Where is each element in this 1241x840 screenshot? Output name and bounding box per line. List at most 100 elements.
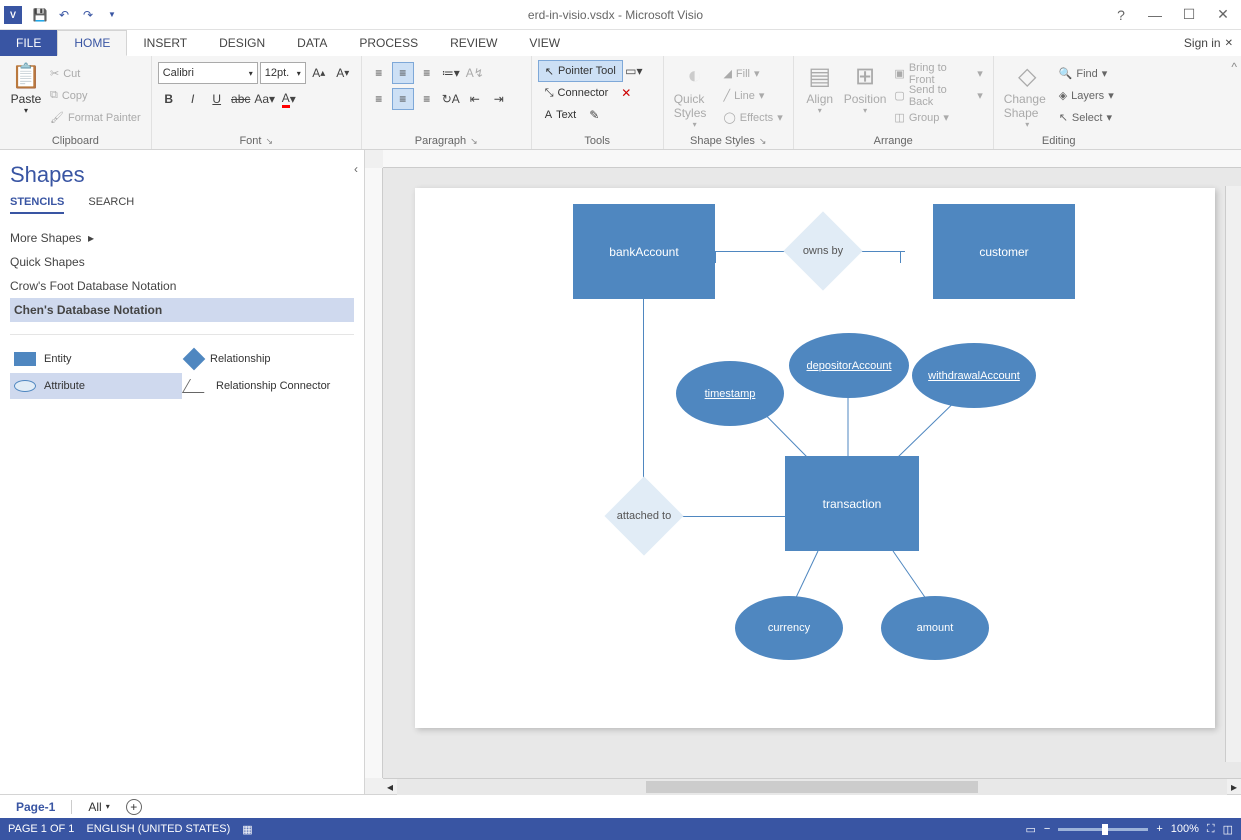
redo-qat-icon[interactable]: ↷ — [76, 3, 100, 27]
help-icon[interactable]: ? — [1107, 4, 1135, 26]
decrease-indent-button[interactable]: ⇤ — [464, 88, 486, 110]
shape-styles-dialog-launcher-icon[interactable]: ↘ — [759, 136, 767, 147]
tab-view[interactable]: VIEW — [513, 30, 576, 56]
qat-customize-icon[interactable]: ▼ — [100, 3, 124, 27]
align-middle-button[interactable]: ≡ — [392, 62, 414, 84]
palette-relationship[interactable]: Relationship — [182, 345, 354, 373]
quick-styles-button[interactable]: ◐ Quick Styles▾ — [670, 58, 720, 133]
change-shape-button[interactable]: ◇ Change Shape▾ — [1000, 58, 1055, 133]
attribute-currency[interactable]: currency — [735, 596, 843, 660]
entity-customer[interactable]: customer — [933, 204, 1075, 299]
align-button[interactable]: ▤ Align▾ — [800, 58, 840, 133]
entity-bank-account[interactable]: bankAccount — [573, 204, 715, 299]
crows-foot-stencil-link[interactable]: Crow's Foot Database Notation — [10, 274, 354, 298]
group-button[interactable]: ◫Group▾ — [890, 107, 986, 129]
paste-button[interactable]: 📋 Paste ▾ — [6, 58, 46, 133]
collapse-panel-icon[interactable]: ‹ — [354, 162, 358, 176]
connector[interactable] — [682, 516, 786, 517]
align-left-button[interactable]: ≡ — [368, 88, 390, 110]
text-tool-button[interactable]: AText — [538, 104, 584, 126]
copy-button[interactable]: ⧉Copy — [46, 85, 145, 107]
tab-process[interactable]: PROCESS — [343, 30, 434, 56]
paragraph-dialog-launcher-icon[interactable]: ↘ — [470, 136, 478, 147]
increase-indent-button[interactable]: ⇥ — [488, 88, 510, 110]
bring-to-front-button[interactable]: ▣Bring to Front▾ — [890, 63, 986, 85]
status-page-indicator[interactable]: PAGE 1 OF 1 — [8, 823, 74, 835]
fill-button[interactable]: ◢Fill▾ — [719, 63, 786, 85]
font-name-combo[interactable]: Calibri▾ — [158, 62, 258, 84]
undo-qat-icon[interactable]: ↶ — [52, 3, 76, 27]
ink-tool-button[interactable]: ✎ — [583, 104, 605, 126]
find-button[interactable]: 🔍Find▾ — [1055, 63, 1118, 85]
more-shapes-link[interactable]: More Shapes ▸ — [10, 226, 354, 250]
attribute-withdrawal-account[interactable]: withdrawalAccount — [912, 343, 1036, 408]
status-language[interactable]: ENGLISH (UNITED STATES) — [86, 823, 230, 835]
font-size-combo[interactable]: 12pt.▾ — [260, 62, 306, 84]
presentation-mode-icon[interactable]: ▭ — [1025, 823, 1035, 836]
rotate-text-button[interactable]: ↻A — [440, 88, 462, 110]
align-top-button[interactable]: ≡ — [368, 62, 390, 84]
macro-recording-icon[interactable]: ▦ — [242, 823, 252, 836]
connection-point-tool-button[interactable]: ✕ — [615, 82, 637, 104]
bold-button[interactable]: B — [158, 88, 180, 110]
attribute-amount[interactable]: amount — [881, 596, 989, 660]
rectangle-tool-button[interactable]: ▭▾ — [623, 60, 645, 82]
zoom-slider[interactable] — [1058, 828, 1148, 831]
pan-zoom-window-icon[interactable]: ◫ — [1223, 823, 1233, 836]
align-right-button[interactable]: ≡ — [416, 88, 438, 110]
relationship-owns-by[interactable]: owns by — [783, 231, 863, 271]
maximize-icon[interactable]: ☐ — [1175, 4, 1203, 26]
page-tab-1[interactable]: Page-1 — [16, 800, 55, 814]
stencils-tab[interactable]: STENCILS — [10, 196, 64, 214]
pointer-tool-button[interactable]: ↖Pointer Tool — [538, 60, 623, 82]
increase-font-icon[interactable]: A▴ — [308, 62, 330, 84]
palette-entity[interactable]: Entity — [10, 345, 182, 373]
font-dialog-launcher-icon[interactable]: ↘ — [265, 136, 273, 147]
zoom-level[interactable]: 100% — [1171, 823, 1199, 835]
all-pages-dropdown[interactable]: All▾ — [88, 800, 109, 814]
horizontal-scrollbar[interactable]: ◂ ▸ — [383, 778, 1241, 794]
line-button[interactable]: ╱Line▾ — [719, 85, 786, 107]
attribute-timestamp[interactable]: timestamp — [676, 361, 784, 426]
font-color-button[interactable]: A▾ — [278, 88, 300, 110]
italic-button[interactable]: I — [182, 88, 204, 110]
connector-tool-button[interactable]: ⤡Connector — [538, 82, 616, 104]
search-tab[interactable]: SEARCH — [88, 196, 134, 214]
chen-stencil-link[interactable]: Chen's Database Notation — [10, 298, 354, 322]
align-bottom-button[interactable]: ≡ — [416, 62, 438, 84]
minimize-icon[interactable]: — — [1141, 4, 1169, 26]
zoom-out-button[interactable]: − — [1044, 823, 1050, 835]
cut-button[interactable]: ✂Cut — [46, 63, 145, 85]
close-icon[interactable]: ✕ — [1209, 4, 1237, 26]
vertical-scrollbar[interactable] — [1225, 186, 1241, 762]
drawing-canvas[interactable]: bankAccount customer transaction owns by… — [383, 168, 1241, 778]
format-painter-button[interactable]: 🖌Format Painter — [46, 107, 145, 129]
change-case-button[interactable]: Aa▾ — [254, 88, 276, 110]
add-page-button[interactable]: + — [126, 799, 142, 815]
select-button[interactable]: ↖Select▾ — [1055, 107, 1118, 129]
effects-button[interactable]: ◯Effects▾ — [719, 107, 786, 129]
tab-review[interactable]: REVIEW — [434, 30, 513, 56]
layers-button[interactable]: ◈Layers▾ — [1055, 85, 1118, 107]
strikethrough-button[interactable]: abc — [230, 88, 252, 110]
connector[interactable] — [900, 251, 901, 263]
relationship-attached-to[interactable]: attached to — [604, 496, 684, 536]
connector[interactable] — [715, 251, 716, 263]
entity-transaction[interactable]: transaction — [785, 456, 919, 551]
bullets-button[interactable]: ≔▾ — [440, 62, 462, 84]
position-button[interactable]: ⊞ Position▾ — [840, 58, 891, 133]
tab-data[interactable]: DATA — [281, 30, 343, 56]
align-center-button[interactable]: ≡ — [392, 88, 414, 110]
drawing-page[interactable]: bankAccount customer transaction owns by… — [415, 188, 1215, 728]
tab-design[interactable]: DESIGN — [203, 30, 281, 56]
tab-insert[interactable]: INSERT — [127, 30, 203, 56]
save-qat-icon[interactable]: 💾 — [28, 3, 52, 27]
tab-home[interactable]: HOME — [57, 30, 127, 56]
sign-in-link[interactable]: Sign in✕ — [1176, 30, 1241, 56]
tab-file[interactable]: FILE — [0, 30, 57, 56]
fit-to-window-icon[interactable]: ⛶ — [1207, 823, 1215, 836]
clear-formatting-button[interactable]: A↯ — [464, 62, 486, 84]
underline-button[interactable]: U — [206, 88, 228, 110]
collapse-ribbon-icon[interactable]: ^ — [1227, 56, 1241, 149]
palette-attribute[interactable]: Attribute — [10, 373, 182, 399]
